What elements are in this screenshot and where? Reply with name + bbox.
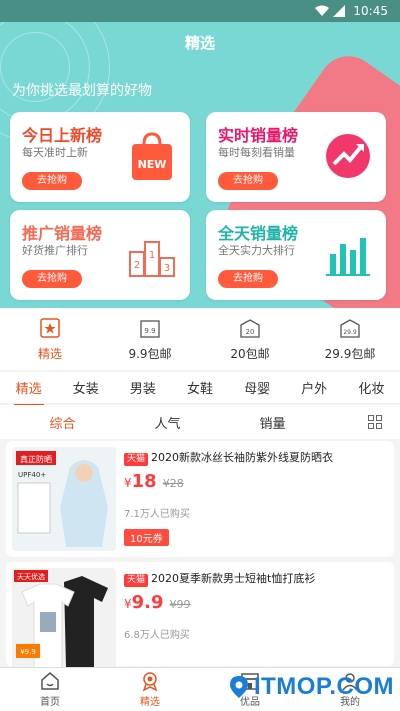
- tab-womens[interactable]: 女装: [69, 378, 103, 397]
- sales-count: 6.8万人已购买: [124, 630, 190, 641]
- sort-comprehensive[interactable]: 综合: [10, 413, 115, 432]
- package-label: 20: [246, 328, 255, 336]
- category-tabs: 精选 女装 男装 女鞋 母婴 户外 化妆: [0, 372, 400, 406]
- product-card[interactable]: 真正防晒 UPF40+ 天猫 2020新款冰丝长袖防紫外线夏防晒衣 ¥18 ¥28…: [6, 441, 394, 557]
- watermark: ITMOP.COM: [229, 673, 394, 701]
- nav-home[interactable]: 首页: [0, 668, 100, 711]
- sales-count: 7.1万人已购买: [124, 509, 190, 520]
- status-icons: [315, 5, 346, 17]
- ranking-card-promo[interactable]: 推广销量榜 好货推广排行 去抢购 2 1 3: [10, 210, 190, 300]
- price-symbol: ¥: [124, 476, 132, 490]
- card-title: 推广销量榜: [22, 224, 103, 243]
- grab-button[interactable]: 去抢购: [218, 270, 278, 288]
- category-featured[interactable]: 精选: [0, 308, 100, 370]
- card-desc: 好货推广排行: [22, 244, 88, 257]
- category-label: 29.9包邮: [324, 346, 376, 361]
- tmall-badge: 天猫: [124, 453, 149, 466]
- image-label: 天天优选: [17, 572, 45, 581]
- ranking-card-realtime[interactable]: 实时销量榜 每时每刻看销量 去抢购: [206, 112, 386, 202]
- sort-bar: 综合 人气 销量: [0, 405, 400, 439]
- tmall-badge: 天猫: [124, 574, 149, 587]
- product-price: ¥9.9 ¥99: [124, 592, 191, 613]
- nav-label: 精选: [140, 697, 160, 708]
- card-title: 全天销量榜: [218, 224, 299, 243]
- podium-rank-3: 3: [164, 263, 170, 274]
- bar-chart-icon: [326, 238, 370, 276]
- package-20-icon: 20: [240, 318, 260, 338]
- price-value: 18: [131, 471, 157, 492]
- image-label: UPF40+: [18, 471, 46, 479]
- medal-icon: [142, 672, 158, 691]
- hero-subtitle: 为你挑选最划算的好物: [12, 83, 152, 99]
- category-29-9[interactable]: 29.9 29.9包邮: [300, 308, 400, 370]
- product-card[interactable]: 天天优选 ¥9.9 天猫 2020夏季新款男士短袖t恤打底衫 ¥9.9 ¥99 6…: [6, 562, 394, 672]
- tab-outdoor[interactable]: 户外: [297, 378, 331, 397]
- nav-label: 首页: [40, 697, 60, 708]
- status-time: 10:45: [353, 4, 388, 18]
- product-title: 天猫 2020夏季新款男士短袖t恤打底衫: [124, 570, 386, 587]
- tab-featured[interactable]: 精选: [12, 378, 46, 406]
- product-title: 天猫 2020新款冰丝长袖防紫外线夏防晒衣: [124, 449, 386, 466]
- nav-featured[interactable]: 精选: [100, 668, 200, 711]
- tab-womens-shoes[interactable]: 女鞋: [183, 378, 217, 397]
- product-title-text: 2020新款冰丝长袖防紫外线夏防晒衣: [151, 451, 334, 464]
- tshirt-image: 天天优选 ¥9.9: [12, 568, 116, 672]
- category-9-9[interactable]: 9.9 9.9包邮: [100, 308, 200, 370]
- price-value: 9.9: [131, 592, 164, 613]
- card-title: 实时销量榜: [218, 126, 299, 145]
- status-bar: 10:45: [0, 0, 400, 22]
- original-price: ¥28: [162, 477, 184, 490]
- shopping-bag-new-icon: NEW: [132, 132, 172, 180]
- ranking-card-allday[interactable]: 全天销量榜 全天实力大排行 去抢购: [206, 210, 386, 300]
- sort-popularity[interactable]: 人气: [115, 413, 220, 432]
- card-desc: 每时每刻看销量: [218, 146, 295, 159]
- category-label: 精选: [37, 346, 62, 361]
- category-row: 精选 9.9 9.9包邮 20 20包邮 29.9 29.9包邮: [0, 308, 400, 370]
- podium-rank-1: 1: [149, 250, 155, 261]
- card-desc: 全天实力大排行: [218, 244, 295, 257]
- package-label: 9.9: [144, 327, 155, 335]
- home-icon: [41, 672, 59, 690]
- new-label: NEW: [138, 158, 167, 171]
- category-20[interactable]: 20 20包邮: [200, 308, 300, 370]
- original-price: ¥99: [169, 598, 191, 611]
- product-image[interactable]: 天天优选 ¥9.9: [12, 568, 116, 672]
- grab-button[interactable]: 去抢购: [218, 172, 278, 190]
- wifi-icon: [315, 5, 330, 16]
- watermark-text: ITMOP.COM: [253, 673, 394, 700]
- category-label: 9.9包邮: [128, 346, 172, 361]
- card-desc: 每天准时上新: [22, 146, 88, 159]
- sun-protection-jacket-image: 真正防晒 UPF40+: [12, 447, 116, 551]
- podium-icon: 2 1 3: [129, 241, 175, 277]
- ranking-card-new[interactable]: 今日上新榜 每天准时上新 去抢购 NEW: [10, 112, 190, 202]
- package-29.9-icon: 29.9: [340, 318, 360, 338]
- trend-chart-icon: [326, 134, 370, 178]
- grid-view-icon[interactable]: [368, 415, 382, 429]
- hero-banner: 精选 为你挑选最划算的好物 今日上新榜 每天准时上新 去抢购 NEW 实时销量榜…: [0, 22, 400, 308]
- tab-makeup[interactable]: 化妆: [354, 378, 388, 397]
- location-pin-icon: [229, 676, 248, 698]
- tab-mens[interactable]: 男装: [126, 378, 160, 397]
- card-title: 今日上新榜: [22, 126, 103, 145]
- signal-icon: [333, 5, 346, 17]
- package-label: 29.9: [343, 329, 357, 336]
- category-label: 20包邮: [230, 346, 270, 361]
- grab-button[interactable]: 去抢购: [22, 172, 82, 190]
- grab-button[interactable]: 去抢购: [22, 270, 82, 288]
- image-label: 真正防晒: [20, 454, 52, 464]
- product-price: ¥18 ¥28: [124, 471, 184, 492]
- product-image[interactable]: 真正防晒 UPF40+: [12, 447, 116, 551]
- product-title-text: 2020夏季新款男士短袖t恤打底衫: [151, 572, 316, 585]
- star-bookmark-icon: [40, 317, 60, 338]
- image-label: ¥9.9: [20, 648, 36, 656]
- page-title: 精选: [184, 34, 215, 52]
- sort-sales[interactable]: 销量: [220, 413, 325, 432]
- price-symbol: ¥: [124, 597, 132, 611]
- package-9.9-icon: 9.9: [140, 319, 160, 338]
- tab-maternity[interactable]: 母婴: [240, 378, 274, 397]
- podium-rank-2: 2: [134, 260, 140, 271]
- coupon-badge[interactable]: 10元券: [124, 529, 169, 546]
